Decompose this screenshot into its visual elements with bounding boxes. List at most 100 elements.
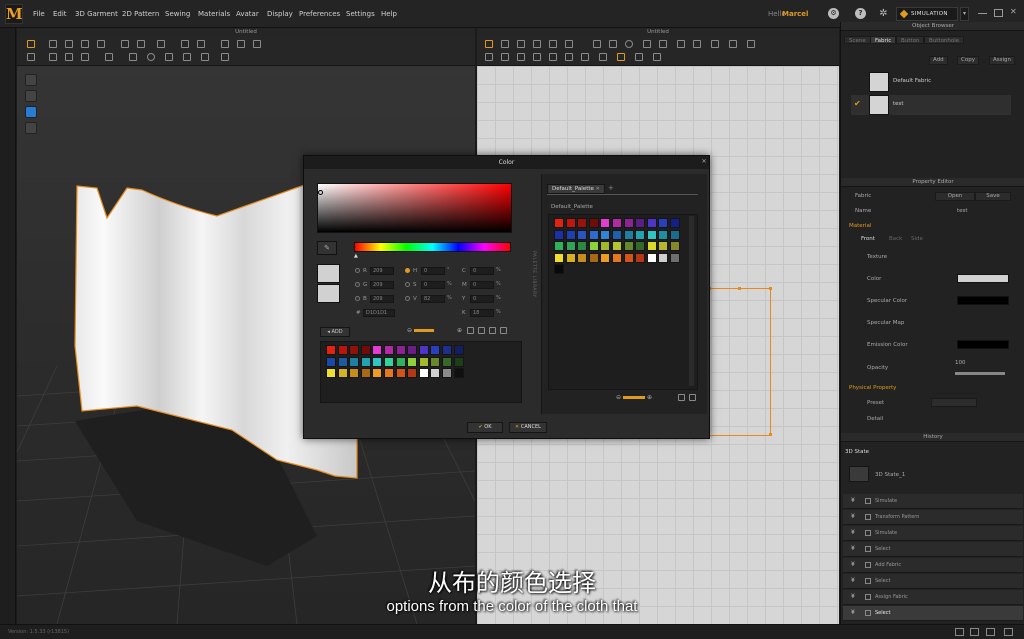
move-tool-icon[interactable] bbox=[49, 40, 57, 48]
color-swatch[interactable] bbox=[395, 368, 406, 379]
zoom-out-icon[interactable]: ⊖ bbox=[407, 327, 412, 334]
palette-zoom-slider[interactable] bbox=[623, 396, 645, 399]
edit-curve-icon[interactable] bbox=[517, 40, 525, 48]
history-item[interactable]: ¥ Simulate bbox=[843, 526, 1023, 541]
color-swatch[interactable] bbox=[554, 264, 564, 275]
button-tool-icon[interactable] bbox=[147, 53, 155, 61]
sew-icon[interactable] bbox=[49, 53, 57, 61]
color-swatch[interactable] bbox=[418, 356, 429, 367]
simulation-button[interactable]: SIMULATION bbox=[896, 7, 958, 21]
field-h[interactable]: 0 bbox=[421, 267, 445, 275]
radio-s[interactable] bbox=[405, 282, 410, 287]
tab-side[interactable]: Side bbox=[911, 236, 923, 242]
color-swatch[interactable] bbox=[565, 241, 576, 252]
tab-scene[interactable]: Scene bbox=[844, 36, 871, 44]
topstitch-icon[interactable] bbox=[183, 53, 191, 61]
material-section[interactable]: Material bbox=[849, 223, 871, 229]
polygon-icon[interactable] bbox=[609, 40, 617, 48]
color-swatch[interactable] bbox=[658, 241, 669, 252]
color-swatch[interactable] bbox=[957, 274, 1009, 283]
opacity-slider[interactable] bbox=[955, 372, 1005, 375]
color-swatch[interactable] bbox=[635, 252, 646, 263]
seam-allowance-icon[interactable] bbox=[517, 53, 525, 61]
specular-swatch[interactable] bbox=[957, 296, 1009, 305]
color-swatch[interactable] bbox=[554, 218, 564, 228]
hue-marker-icon[interactable]: ▲ bbox=[354, 253, 358, 259]
left-zoom-slider[interactable] bbox=[414, 329, 434, 332]
picker-cursor[interactable] bbox=[318, 190, 323, 195]
segment-sew-icon[interactable] bbox=[485, 53, 493, 61]
saturation-value-picker[interactable] bbox=[317, 183, 512, 233]
palette-tab-close-icon[interactable]: ✕ bbox=[596, 186, 600, 192]
pattern-point[interactable] bbox=[769, 287, 772, 290]
sew-free-icon[interactable] bbox=[81, 53, 89, 61]
specular-color-label[interactable]: Specular Color bbox=[867, 298, 907, 304]
color-swatch[interactable] bbox=[360, 368, 371, 379]
color-swatch[interactable] bbox=[418, 345, 429, 355]
color-swatch[interactable] bbox=[646, 218, 657, 228]
menu-file[interactable]: File bbox=[33, 10, 45, 18]
color-swatch[interactable] bbox=[442, 345, 452, 355]
free-sewing-icon[interactable] bbox=[729, 40, 737, 48]
sewing-2d-icon[interactable] bbox=[711, 40, 719, 48]
dialog-close-icon[interactable]: ✕ bbox=[700, 158, 708, 166]
color-swatch[interactable] bbox=[418, 368, 429, 379]
save-button[interactable]: Save bbox=[975, 192, 1011, 201]
color-swatch[interactable] bbox=[430, 356, 441, 367]
color-swatch[interactable] bbox=[623, 218, 634, 228]
color-swatch[interactable] bbox=[612, 252, 622, 263]
notch-icon[interactable] bbox=[501, 53, 509, 61]
pick-color-icon[interactable] bbox=[617, 53, 625, 61]
menu-2d-pattern[interactable]: 2D Pattern bbox=[122, 10, 159, 18]
field-r[interactable]: 209 bbox=[370, 267, 394, 275]
color-swatch[interactable] bbox=[565, 229, 576, 240]
color-swatch[interactable] bbox=[646, 241, 657, 252]
grain-icon[interactable] bbox=[533, 53, 541, 61]
color-swatch[interactable] bbox=[600, 241, 611, 252]
menu-preferences[interactable]: Preferences bbox=[299, 10, 340, 18]
color-swatch[interactable] bbox=[554, 252, 564, 263]
color-swatch[interactable] bbox=[430, 345, 441, 355]
menu-avatar[interactable]: Avatar bbox=[236, 10, 259, 18]
color-swatch[interactable] bbox=[588, 241, 599, 252]
color-swatch[interactable] bbox=[565, 252, 576, 263]
palette-scrollbar[interactable] bbox=[689, 216, 694, 386]
menu-settings[interactable]: Settings bbox=[346, 10, 375, 18]
palette-list-icon[interactable] bbox=[689, 394, 696, 401]
color-swatch[interactable] bbox=[635, 241, 646, 252]
annotation-icon[interactable] bbox=[653, 53, 661, 61]
layout-3d-icon[interactable] bbox=[1004, 628, 1013, 636]
color-swatch[interactable] bbox=[337, 368, 348, 379]
color-swatch[interactable] bbox=[372, 345, 383, 355]
color-swatch[interactable] bbox=[623, 252, 634, 263]
color-swatch[interactable] bbox=[588, 252, 599, 263]
color-swatch[interactable] bbox=[612, 218, 622, 228]
layout-single-icon[interactable] bbox=[955, 628, 964, 636]
dart-icon[interactable] bbox=[677, 40, 685, 48]
color-swatch[interactable] bbox=[577, 241, 588, 252]
color-swatch[interactable] bbox=[646, 229, 657, 240]
tab-button[interactable]: Button bbox=[896, 36, 925, 44]
color-swatch[interactable] bbox=[453, 368, 464, 379]
color-swatch[interactable] bbox=[612, 241, 622, 252]
color-swatch[interactable] bbox=[407, 356, 418, 367]
layout-split-icon[interactable] bbox=[970, 628, 979, 636]
color-swatch[interactable] bbox=[554, 241, 564, 252]
settings-icon[interactable]: ⚙ bbox=[828, 8, 839, 19]
pants-icon[interactable] bbox=[197, 40, 205, 48]
ok-button[interactable]: ✔ OK bbox=[467, 422, 503, 433]
tab-buttonhole[interactable]: Buttonhole bbox=[924, 36, 965, 44]
tape-icon[interactable] bbox=[221, 53, 229, 61]
history-item[interactable]: ¥ Simulate bbox=[843, 494, 1023, 509]
color-swatch[interactable] bbox=[337, 356, 348, 367]
color-swatch[interactable] bbox=[407, 345, 418, 355]
field-m[interactable]: 0 bbox=[470, 281, 494, 289]
edit-sewing-icon[interactable] bbox=[747, 40, 755, 48]
color-swatch[interactable] bbox=[577, 229, 588, 240]
texture-label[interactable]: Texture bbox=[867, 254, 887, 260]
menu-3d-garment[interactable]: 3D Garment bbox=[75, 10, 118, 18]
cancel-button[interactable]: ✕ CANCEL bbox=[509, 422, 547, 433]
avatar-body-icon[interactable] bbox=[25, 90, 37, 102]
color-swatch[interactable] bbox=[384, 356, 394, 367]
color-swatch[interactable] bbox=[635, 218, 646, 228]
